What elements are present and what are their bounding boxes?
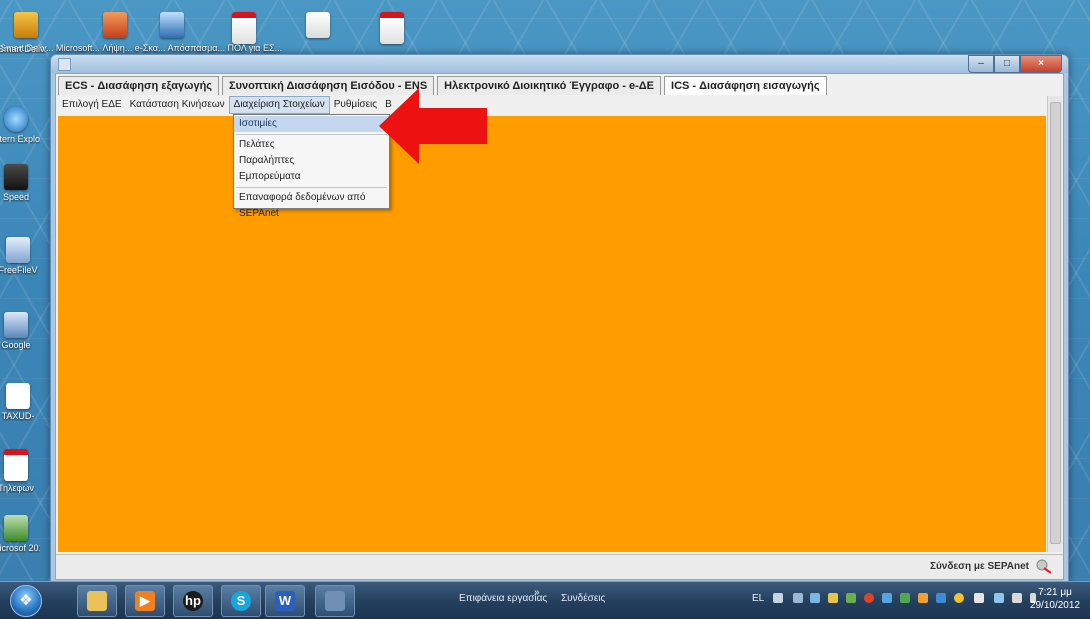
- red-arrow-annotation: [379, 88, 487, 164]
- menu-settings[interactable]: Ρυθμίσεις: [330, 96, 381, 114]
- freefileview-icon: [6, 237, 30, 263]
- google-shortcut-icon: [4, 312, 28, 338]
- content-panel: [58, 116, 1046, 552]
- window-client-area: ECS - Διασάφηση εξαγωγής Συνοπτική Διασά…: [55, 73, 1064, 580]
- links-toolbar-label[interactable]: Συνδέσεις: [561, 593, 605, 604]
- system-clock[interactable]: 7:21 μμ 29/10/2012: [1030, 586, 1080, 612]
- tab-ics[interactable]: ICS - Διασάφηση εισαγωγής: [664, 76, 827, 95]
- taskbar-explorer[interactable]: [77, 585, 117, 617]
- desktop-icon-taxud[interactable]: TAXUD-: [0, 383, 42, 421]
- document-file-icon[interactable]: [306, 12, 330, 38]
- toolbar-chevron[interactable]: »: [534, 587, 540, 598]
- application-window: – □ × ECS - Διασάφηση εξαγωγής Συνοπτική…: [50, 54, 1069, 584]
- speed-app-icon: [4, 164, 28, 190]
- tray-icon-11[interactable]: [954, 593, 964, 603]
- tray-icon-2[interactable]: [793, 593, 803, 603]
- tray-icon-10[interactable]: [936, 593, 946, 603]
- media-player-icon: ▶: [135, 591, 155, 611]
- desktop-icon-label: Google: [1, 340, 31, 350]
- desktop-icon-label: Τηλεφων: [0, 483, 34, 493]
- desktop-icon-label: FreeFileV: [0, 265, 38, 275]
- flag-icon[interactable]: [974, 593, 984, 603]
- language-indicator[interactable]: EL: [752, 593, 764, 604]
- menu-item-restore-sepanet[interactable]: Επαναφορά δεδομένων από SEPAnet: [234, 190, 389, 219]
- top-icon-labels: Smart Deliv... Microsoft... Λήψη... e-Σκ…: [0, 43, 283, 53]
- microsoft-office-icon: [4, 515, 28, 541]
- desktop-icon-label: Intern Explo: [0, 134, 40, 144]
- desktop-icon-label: Speed: [2, 192, 30, 202]
- clock-date: 29/10/2012: [1029, 600, 1080, 611]
- clock-time: 7:21 μμ: [1038, 587, 1072, 598]
- start-button[interactable]: ❖: [10, 585, 42, 617]
- taskbar-hp[interactable]: hp: [173, 585, 213, 617]
- desktop-icon-telephone-pdf[interactable]: Τηλεφων: [0, 449, 40, 493]
- desktop-icon-label: TAXUD-: [1, 411, 35, 421]
- tab-ecs[interactable]: ECS - Διασάφηση εξαγωγής: [58, 76, 220, 95]
- taskbar-media-player[interactable]: ▶: [125, 585, 165, 617]
- tray-icon-5[interactable]: [846, 593, 856, 603]
- minimize-button[interactable]: –: [968, 55, 994, 73]
- hp-icon: hp: [183, 591, 203, 611]
- window-controls: – □ ×: [968, 55, 1062, 73]
- taskbar-skype[interactable]: S: [221, 585, 261, 617]
- desktop-icon-google[interactable]: Google: [0, 312, 40, 350]
- word-icon: W: [275, 591, 295, 611]
- menu-movements-status[interactable]: Κατάσταση Κινήσεων: [126, 96, 229, 114]
- menu-item-customers[interactable]: Πελάτες: [234, 137, 389, 153]
- network-icon[interactable]: [994, 593, 1004, 603]
- menu-data-management[interactable]: Διαχείριση Στοιχείων: [228, 96, 330, 114]
- application-icon: [58, 58, 71, 71]
- menu-separator: [236, 187, 387, 188]
- maximize-button[interactable]: □: [994, 55, 1020, 73]
- pdf-file-icon-3: [4, 449, 28, 481]
- pdf-file-icon-2[interactable]: [380, 12, 404, 44]
- sepanet-connection-label[interactable]: Σύνδεση με SEPAnet: [930, 561, 1029, 572]
- desktop-icon-smart-delivery[interactable]: Smart Deliv...: [0, 14, 46, 54]
- powerpoint-file-icon[interactable]: [103, 12, 127, 38]
- vertical-scrollbar[interactable]: [1047, 96, 1062, 552]
- pdf-file-icon[interactable]: [232, 12, 256, 44]
- taxud-document-icon: [6, 383, 30, 409]
- tray-icon-8[interactable]: [900, 593, 910, 603]
- desktop-icon-label: Microsof 201: [0, 543, 40, 553]
- volume-icon[interactable]: [1012, 593, 1022, 603]
- menu-item-exchange-rates[interactable]: Ισοτιμίες: [234, 116, 389, 132]
- tray-icon-1[interactable]: [773, 593, 783, 603]
- desktop-icon-label: Smart Deliv...: [0, 44, 46, 54]
- desktop-icon-microsoft[interactable]: Microsof 201: [0, 515, 40, 553]
- status-bar: Σύνδεση με SEPAnet: [56, 554, 1063, 579]
- taskbar-word[interactable]: W: [265, 585, 305, 617]
- folder-icon: [87, 591, 107, 611]
- menu-select-ede[interactable]: Επιλογή ΕΔΕ: [58, 96, 126, 114]
- skype-icon: S: [231, 591, 251, 611]
- sepanet-app-icon: [325, 591, 345, 611]
- desktop-icon-internet-explorer[interactable]: Intern Explo: [0, 106, 40, 144]
- tray-icon-6[interactable]: [864, 593, 874, 603]
- taskbar: ❖ ▶ hp S W Επιφάνεια εργασίας » Συνδέσει…: [0, 581, 1090, 619]
- menu-bar: Επιλογή ΕΔΕ Κατάσταση Κινήσεων Διαχείρισ…: [58, 96, 396, 114]
- data-management-dropdown: Ισοτιμίες Πελάτες Παραλήπτες Εμπορεύματα…: [233, 114, 390, 219]
- menu-separator: [236, 134, 387, 135]
- desktop-icon-freefileview[interactable]: FreeFileV: [0, 237, 42, 275]
- window-titlebar[interactable]: – □ ×: [51, 55, 1068, 73]
- desktop-icon-speed[interactable]: Speed: [0, 164, 40, 202]
- tray-icon-4[interactable]: [828, 593, 838, 603]
- tray-icon-7[interactable]: [882, 593, 892, 603]
- tray-icon-3[interactable]: [810, 593, 820, 603]
- download-shortcut-icon[interactable]: [160, 12, 184, 38]
- internet-explorer-icon: [4, 106, 28, 132]
- menu-item-consignees[interactable]: Παραλήπτες: [234, 153, 389, 169]
- tray-icon-9[interactable]: [918, 593, 928, 603]
- menu-item-goods[interactable]: Εμπορεύματα: [234, 169, 389, 185]
- close-button[interactable]: ×: [1020, 55, 1062, 73]
- scrollbar-thumb[interactable]: [1050, 102, 1061, 544]
- taskbar-sepanet-app[interactable]: [315, 585, 355, 617]
- connection-plug-icon[interactable]: [1035, 558, 1053, 574]
